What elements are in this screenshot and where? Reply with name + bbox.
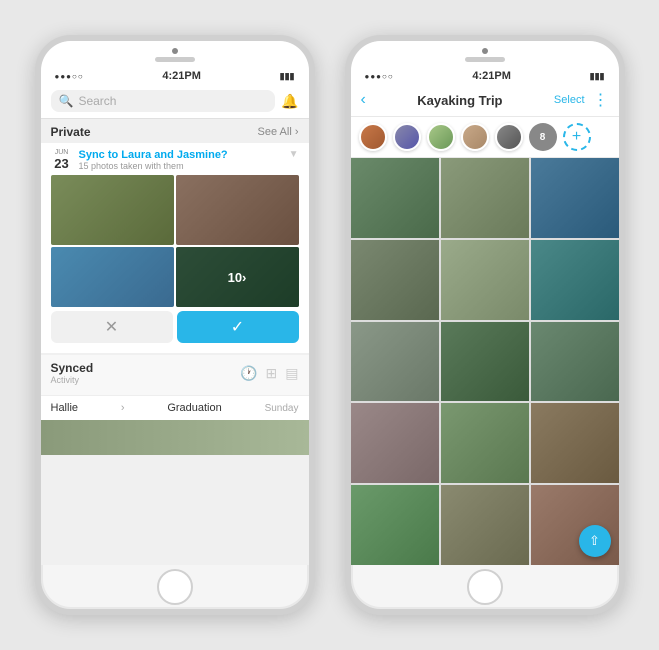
avatar-3[interactable] — [427, 123, 455, 151]
status-bar-right: ●●●○○ 4:21PM ▮▮▮ — [351, 64, 619, 84]
bell-icon[interactable]: 🔔 — [281, 93, 298, 110]
photo-count-overlay[interactable]: 10› — [176, 247, 299, 307]
rt-photo-13[interactable] — [351, 485, 439, 565]
list-icon[interactable]: ▤ — [285, 365, 298, 382]
rt-photo-8[interactable] — [441, 322, 529, 402]
home-button-left[interactable] — [157, 569, 193, 605]
time-left: 4:21PM — [162, 70, 201, 82]
private-section-header: Private See All › — [41, 119, 309, 143]
synced-title: Synced — [51, 361, 94, 375]
sync-card: JUN 23 Sync to Laura and Jasmine? 15 pho… — [41, 143, 309, 353]
rt-photo-12[interactable] — [531, 403, 619, 483]
add-person-button[interactable]: + — [563, 123, 591, 151]
avatar-4[interactable] — [461, 123, 489, 151]
synced-header-text: Synced Activity — [51, 361, 94, 385]
avatar-count[interactable]: 8 — [529, 123, 557, 151]
photo-cell-4[interactable]: 10› — [176, 247, 299, 307]
photo-grid-left: 10› — [51, 175, 299, 307]
avatar-2[interactable] — [393, 123, 421, 151]
rt-photo-5[interactable] — [441, 240, 529, 320]
activity-date: Sunday — [265, 403, 299, 414]
signal-dots-right: ●●●○○ — [365, 72, 394, 81]
avatar-row: 8 + — [351, 117, 619, 158]
photo-cell-3[interactable] — [51, 247, 174, 307]
back-button[interactable]: ‹ — [361, 91, 366, 109]
speaker-right — [465, 57, 505, 62]
cancel-button[interactable]: ✕ — [51, 311, 173, 343]
left-phone-content: 🔍 Search 🔔 Private See All › JUN 23 Sync… — [41, 84, 309, 565]
signal-dots: ●●●○○ — [55, 72, 84, 81]
activity-dest: Graduation — [167, 402, 221, 414]
kayaking-photo-grid: ⇧ — [351, 158, 619, 565]
status-bar-left: ●●●○○ 4:21PM ▮▮▮ — [41, 64, 309, 84]
battery-right: ▮▮▮ — [590, 71, 605, 82]
photo-cell-2[interactable] — [176, 175, 299, 245]
clock-icon[interactable]: 🕐 — [240, 365, 257, 382]
activity-name: Hallie — [51, 402, 79, 414]
search-bar: 🔍 Search 🔔 — [41, 84, 309, 119]
photo-cell-1[interactable] — [51, 175, 174, 245]
select-button[interactable]: Select — [554, 94, 585, 106]
grid-icon[interactable]: ⊞ — [266, 365, 278, 382]
card-title[interactable]: Sync to Laura and Jasmine? — [79, 149, 283, 161]
synced-subtitle: Activity — [51, 375, 94, 385]
search-placeholder: Search — [78, 94, 116, 108]
share-icon: ⇧ — [589, 533, 600, 549]
avatar-5[interactable] — [495, 123, 523, 151]
rt-photo-7[interactable] — [351, 322, 439, 402]
card-subtitle: 15 photos taken with them — [79, 161, 283, 171]
activity-item[interactable]: Hallie › Graduation Sunday — [41, 395, 309, 420]
confirm-button[interactable]: ✓ — [177, 311, 299, 343]
rt-photo-2[interactable] — [441, 158, 529, 238]
search-icon: 🔍 — [59, 94, 74, 108]
rt-photo-4[interactable] — [351, 240, 439, 320]
card-dropdown-icon[interactable]: ▼ — [289, 149, 299, 160]
time-right: 4:21PM — [472, 70, 511, 82]
activity-arrow: › — [121, 402, 125, 414]
card-info: Sync to Laura and Jasmine? 15 photos tak… — [79, 149, 283, 171]
header-actions: Select ⋮ — [554, 90, 609, 110]
speaker — [155, 57, 195, 62]
private-label: Private — [51, 125, 91, 139]
album-title: Kayaking Trip — [417, 93, 502, 108]
left-phone: ●●●○○ 4:21PM ▮▮▮ 🔍 Search 🔔 Private See … — [35, 35, 315, 615]
rt-photo-6[interactable] — [531, 240, 619, 320]
action-row: ✕ ✓ — [51, 311, 299, 343]
more-icon[interactable]: ⋮ — [593, 90, 609, 110]
rt-photo-11[interactable] — [441, 403, 529, 483]
activity-thumbnail — [41, 420, 309, 455]
right-phone: ●●●○○ 4:21PM ▮▮▮ ‹ Kayaking Trip Select … — [345, 35, 625, 615]
search-input[interactable]: 🔍 Search — [51, 90, 276, 112]
rt-photo-9[interactable] — [531, 322, 619, 402]
date-box: JUN 23 — [51, 149, 73, 171]
camera-dot-right — [482, 48, 488, 54]
date-day: 23 — [54, 156, 68, 171]
avatar-1[interactable] — [359, 123, 387, 151]
date-month: JUN — [55, 149, 69, 156]
synced-section: Synced Activity 🕐 ⊞ ▤ — [41, 355, 309, 395]
rt-photo-14[interactable] — [441, 485, 529, 565]
camera-dot — [172, 48, 178, 54]
see-all-button[interactable]: See All › — [258, 126, 299, 138]
share-fab[interactable]: ⇧ — [579, 525, 611, 557]
right-phone-content: ‹ Kayaking Trip Select ⋮ 8 + — [351, 84, 619, 565]
kayaking-header: ‹ Kayaking Trip Select ⋮ — [351, 84, 619, 117]
rt-photo-1[interactable] — [351, 158, 439, 238]
rt-photo-3[interactable] — [531, 158, 619, 238]
synced-view-icons: 🕐 ⊞ ▤ — [240, 365, 298, 382]
rt-photo-10[interactable] — [351, 403, 439, 483]
home-button-right[interactable] — [467, 569, 503, 605]
battery-left: ▮▮▮ — [280, 71, 295, 82]
